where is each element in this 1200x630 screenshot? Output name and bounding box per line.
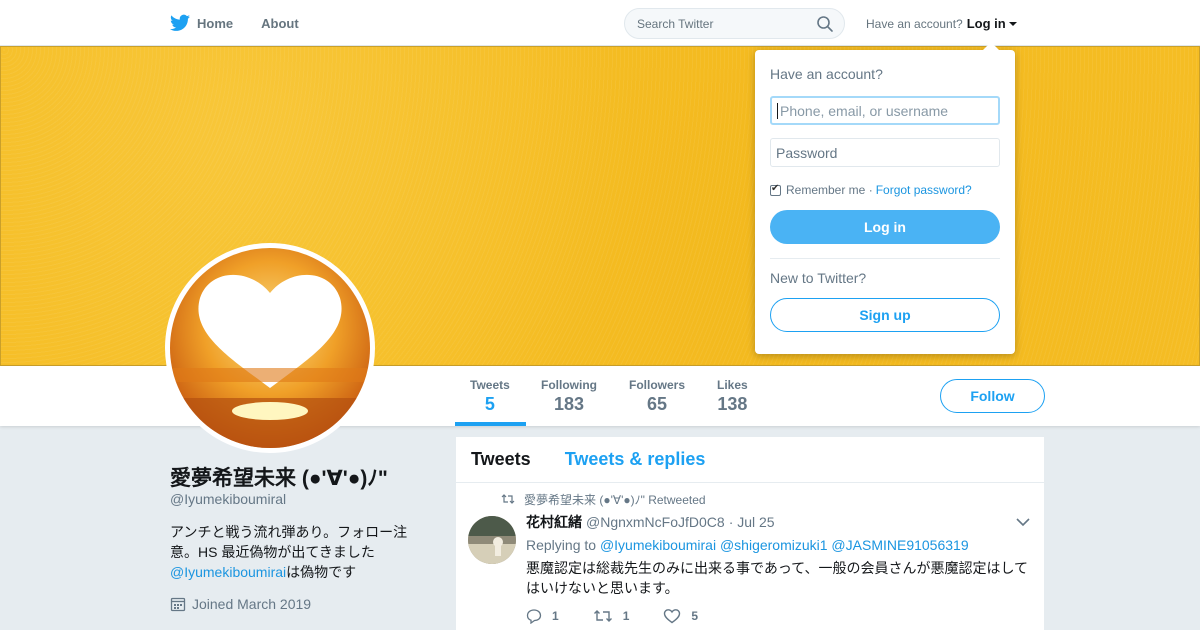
bio-mention-link[interactable]: @Iyumekiboumirai bbox=[170, 564, 286, 580]
stat-following[interactable]: Following 183 bbox=[541, 378, 597, 415]
top-navigation: Home About Search Twitter Have an accoun… bbox=[0, 0, 1200, 46]
joined-date: Joined March 2019 bbox=[170, 596, 311, 612]
tab-tweets[interactable]: Tweets bbox=[471, 449, 531, 470]
reply-count: 1 bbox=[552, 609, 559, 623]
search-placeholder: Search Twitter bbox=[637, 16, 714, 31]
joined-text: Joined March 2019 bbox=[192, 596, 312, 612]
text-cursor bbox=[777, 102, 778, 119]
tweet[interactable]: 愛夢希望未来 (●'∀'●)ﾉ" Retweeted 花村紅緒 @NgnxmNc… bbox=[456, 483, 1044, 624]
follow-button[interactable]: Follow bbox=[940, 379, 1045, 413]
login-button[interactable]: Log in bbox=[770, 210, 1000, 244]
retweet-context: 愛夢希望未来 (●'∀'●)ﾉ" Retweeted bbox=[501, 491, 1029, 507]
retweet-button[interactable]: 1 bbox=[593, 608, 630, 624]
nav-home-label: Home bbox=[197, 15, 234, 31]
search-icon[interactable] bbox=[816, 15, 834, 33]
remember-row: Remember me · Forgot password? bbox=[770, 183, 1000, 197]
nav-home[interactable]: Home bbox=[170, 14, 233, 32]
retweet-icon bbox=[501, 494, 515, 504]
twitter-bird-icon bbox=[170, 14, 190, 31]
stat-label: Followers bbox=[629, 378, 686, 392]
username-placeholder: Phone, email, or username bbox=[780, 102, 949, 119]
stat-value: 138 bbox=[717, 394, 748, 414]
tweet-actions: 1 1 5 bbox=[526, 608, 1029, 624]
nav-about[interactable]: About bbox=[261, 16, 299, 31]
remember-me-checkbox[interactable] bbox=[770, 183, 781, 196]
heart-icon bbox=[664, 609, 681, 624]
tweet-author-handle[interactable]: @NgnxmNcFoJfD0C8 bbox=[586, 514, 725, 530]
reply-button[interactable]: 1 bbox=[526, 608, 559, 624]
stat-value: 65 bbox=[646, 394, 668, 414]
dropdown-divider bbox=[770, 258, 1000, 259]
stat-label: Following bbox=[541, 378, 597, 392]
retweet-count: 1 bbox=[622, 609, 630, 623]
tweet-text: 悪魔認定は総裁先生のみに出来る事であって、一般の会員さんが悪魔認定はしてはいけな… bbox=[526, 560, 1029, 596]
remember-label[interactable]: Remember me · bbox=[786, 183, 873, 197]
author-avatar-image bbox=[468, 516, 516, 564]
nav-left: Home About bbox=[170, 0, 327, 46]
profile-handle[interactable]: @Iyumekiboumiral bbox=[170, 491, 286, 507]
forgot-password-link[interactable]: Forgot password? bbox=[876, 183, 972, 197]
tweet-header: 花村紅緒 @NgnxmNcFoJfD0C8 · Jul 25 bbox=[526, 512, 1029, 532]
stat-label: Likes bbox=[717, 378, 748, 392]
replying-prefix: Replying to bbox=[526, 537, 597, 553]
username-field[interactable]: Phone, email, or username bbox=[770, 96, 1000, 125]
tweet-replying-to: Replying to @Iyumekiboumirai @shigeromiz… bbox=[526, 537, 1029, 553]
stat-value: 183 bbox=[553, 394, 585, 414]
avatar-image bbox=[170, 248, 370, 448]
tab-tweets-and-replies[interactable]: Tweets & replies bbox=[565, 449, 706, 470]
nav-about-label: About bbox=[261, 15, 299, 31]
stat-followers[interactable]: Followers 65 bbox=[629, 378, 685, 415]
login-link-label: Log in bbox=[966, 16, 1006, 31]
password-placeholder: Password bbox=[776, 144, 838, 161]
signup-button[interactable]: Sign up bbox=[770, 298, 1000, 332]
tweet-date[interactable]: · Jul 25 bbox=[729, 514, 775, 530]
timeline: Tweets Tweets & replies 愛夢希望未来 (●'∀'●)ﾉ"… bbox=[456, 437, 1044, 630]
stat-label: Tweets bbox=[470, 378, 510, 392]
dropdown-title: Have an account? bbox=[770, 66, 883, 82]
retweet-icon bbox=[593, 610, 612, 622]
retweeted-by-text[interactable]: 愛夢希望未来 (●'∀'●)ﾉ" Retweeted bbox=[524, 491, 706, 508]
timeline-tabs: Tweets Tweets & replies bbox=[456, 437, 1044, 483]
calendar-icon bbox=[170, 597, 186, 612]
caret-down-icon bbox=[1008, 21, 1017, 26]
dropdown-arrow bbox=[983, 42, 999, 50]
like-count: 5 bbox=[691, 609, 699, 623]
replying-to-mentions[interactable]: @Iyumekiboumirai @shigeromizuki1 @JASMIN… bbox=[600, 537, 969, 553]
chevron-down-icon[interactable] bbox=[1016, 517, 1030, 527]
bio-text: アンチと戦う流れ弾あり。フォロー注意。HS 最近偽物が出てきました bbox=[170, 524, 408, 560]
like-button[interactable]: 5 bbox=[663, 608, 698, 624]
search-input[interactable]: Search Twitter bbox=[624, 8, 845, 39]
reply-icon bbox=[526, 609, 542, 624]
stat-likes[interactable]: Likes 138 bbox=[717, 378, 748, 415]
stat-tweets[interactable]: Tweets 5 bbox=[470, 378, 510, 415]
tweet-author-avatar[interactable] bbox=[468, 516, 516, 564]
password-field[interactable]: Password bbox=[770, 138, 1000, 167]
profile-avatar[interactable] bbox=[165, 243, 375, 453]
have-account-text: Have an account? bbox=[866, 16, 963, 31]
stat-value: 5 bbox=[484, 394, 495, 414]
new-to-twitter-text: New to Twitter? bbox=[770, 270, 867, 286]
login-menu-toggle[interactable]: Have an account? Log in bbox=[866, 16, 1017, 31]
profile-name: 愛夢希望未来 (●'∀'●)ﾉ" bbox=[170, 467, 388, 490]
login-dropdown: Have an account? Phone, email, or userna… bbox=[755, 42, 1015, 354]
profile-bio: アンチと戦う流れ弾あり。フォロー注意。HS 最近偽物が出てきました @Iyume… bbox=[170, 522, 430, 582]
tweet-author-name[interactable]: 花村紅緒 bbox=[526, 512, 582, 532]
bio-tail-text: は偽物です bbox=[286, 564, 357, 580]
active-tab-underline bbox=[455, 422, 526, 426]
